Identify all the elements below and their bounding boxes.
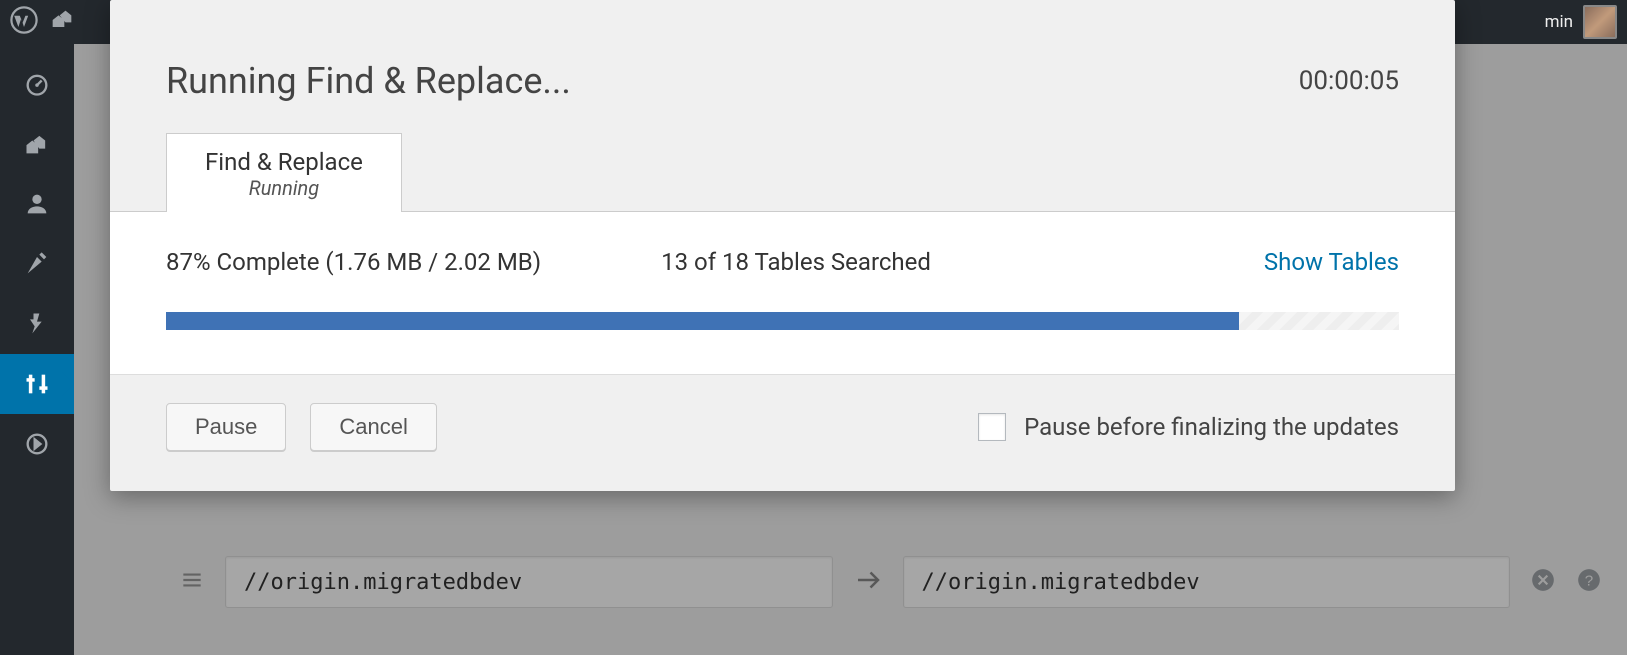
progress-complete-text: 87% Complete (1.76 MB / 2.02 MB)	[166, 248, 541, 276]
sidebar-item-users[interactable]	[0, 174, 74, 234]
tab-label: Find & Replace	[205, 148, 363, 176]
progress-modal: Running Find & Replace... 00:00:05 Find …	[110, 0, 1455, 491]
progress-tables-text: 13 of 18 Tables Searched	[661, 248, 931, 276]
tab-status: Running	[205, 176, 363, 200]
cancel-button[interactable]: Cancel	[310, 403, 436, 451]
elapsed-timer: 00:00:05	[1299, 66, 1399, 96]
sidebar-item-sites[interactable]	[0, 114, 74, 174]
progress-bar	[166, 312, 1399, 330]
modal-title: Running Find & Replace...	[166, 60, 571, 102]
pause-before-finalize-label: Pause before finalizing the updates	[1024, 413, 1399, 441]
pause-before-finalize-checkbox[interactable]	[978, 413, 1006, 441]
progress-bar-fill	[166, 312, 1239, 330]
pause-button[interactable]: Pause	[166, 403, 286, 451]
show-tables-link[interactable]: Show Tables	[1264, 248, 1399, 276]
sidebar-item-dashboard[interactable]	[0, 54, 74, 114]
tab-find-replace[interactable]: Find & Replace Running	[166, 133, 402, 212]
sidebar-item-appearance[interactable]	[0, 234, 74, 294]
sidebar-item-collapse[interactable]	[0, 414, 74, 474]
username-text[interactable]: min	[1545, 12, 1573, 32]
wp-admin-sidebar	[0, 44, 74, 655]
site-home-icon[interactable]	[38, 6, 76, 38]
sidebar-item-tools[interactable]	[0, 354, 74, 414]
sidebar-item-plugins[interactable]	[0, 294, 74, 354]
wordpress-logo-icon[interactable]	[10, 6, 38, 38]
avatar[interactable]	[1583, 5, 1617, 39]
